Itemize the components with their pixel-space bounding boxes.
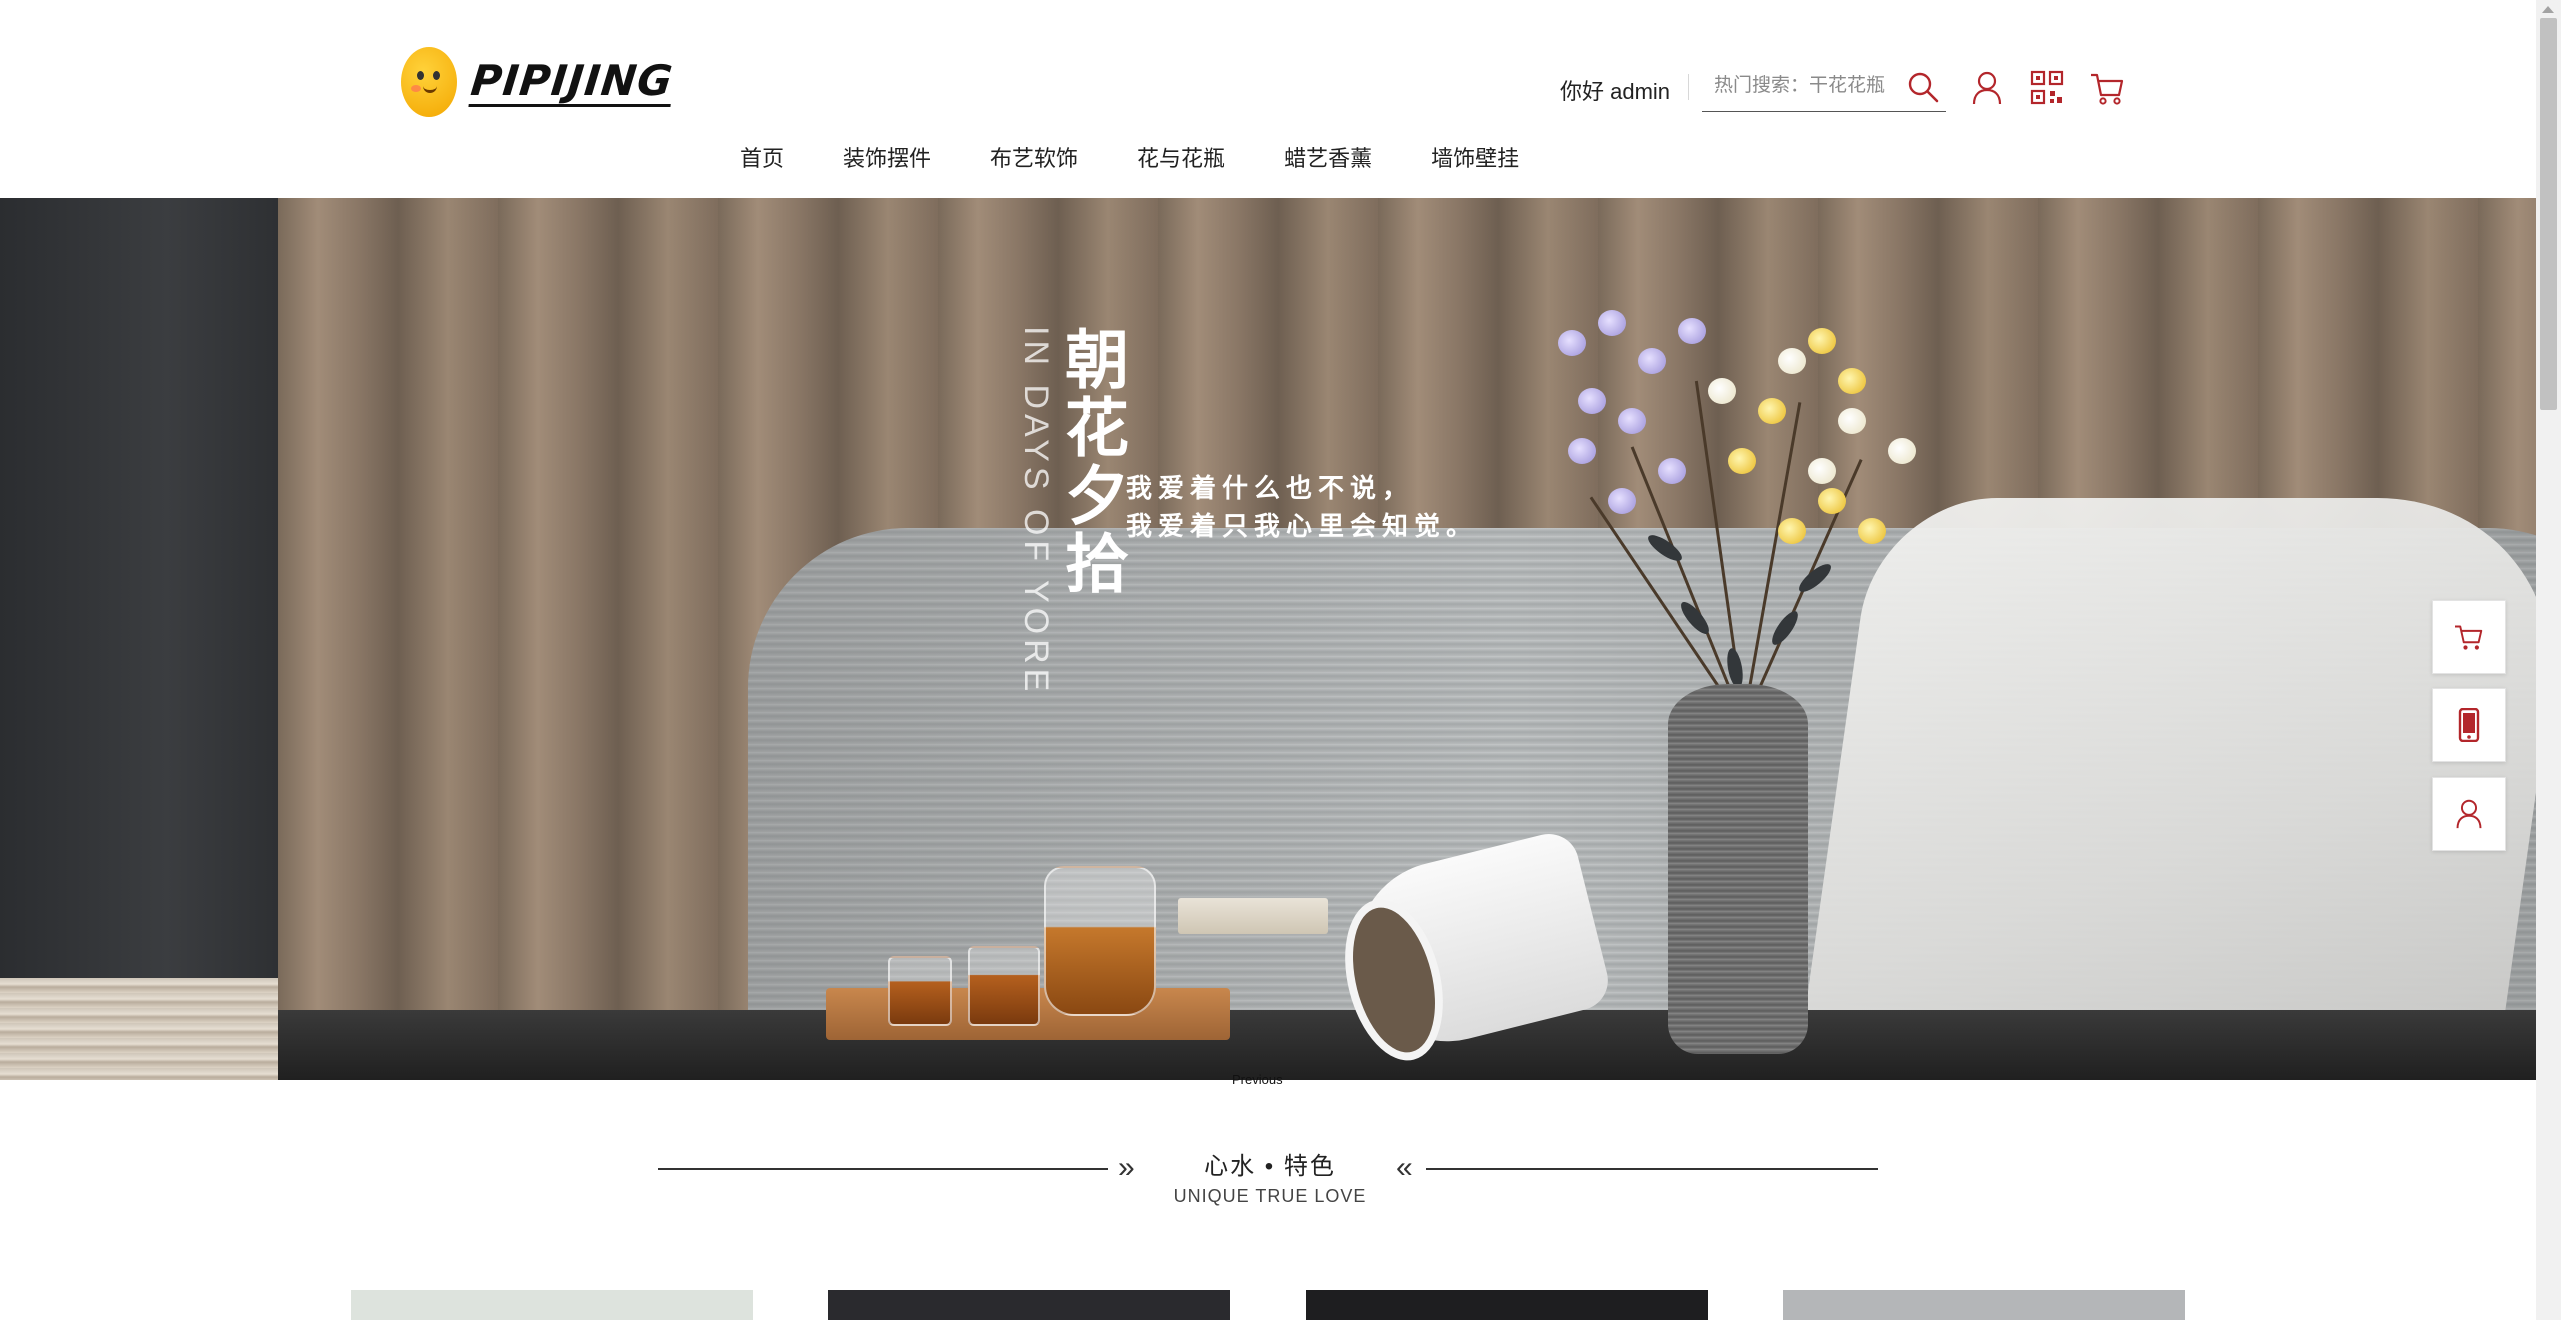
banner-image (278, 198, 2536, 1080)
product-card[interactable] (351, 1290, 753, 1320)
nav-item-candles[interactable]: 蜡艺香薰 (1284, 142, 1372, 182)
header-divider (1688, 74, 1689, 100)
scroll-thumb[interactable] (2540, 18, 2557, 410)
section-subtitle: UNIQUE TRUE LOVE (1173, 1186, 1367, 1206)
banner-tea-glass (888, 956, 952, 1026)
float-user-button[interactable] (2432, 777, 2506, 851)
product-card[interactable] (828, 1290, 1230, 1320)
nav-item-flowers-vases[interactable]: 花与花瓶 (1137, 142, 1225, 182)
banner-vase (1668, 684, 1808, 1054)
section-divider-left (658, 1168, 1108, 1170)
banner-vertical-en: IN DAYS OF YORE (1017, 326, 1055, 697)
section-arrow-left: » (1118, 1151, 1135, 1184)
section-divider-right (1426, 1168, 1878, 1170)
product-card[interactable] (1306, 1290, 1708, 1320)
logo-text: PIPIJING (468, 55, 676, 107)
banner-title: 朝花夕拾 (1054, 326, 1129, 598)
cart-icon (2455, 625, 2483, 650)
site-header: PIPIJING 你好 admin 首页 装饰摆件 布艺软饰 花与花瓶 蜡艺香薰… (0, 0, 2536, 198)
main-nav: 首页 装饰摆件 布艺软饰 花与花瓶 蜡艺香薰 墙饰壁挂 (740, 142, 1578, 182)
section-arrow-right: « (1396, 1151, 1413, 1184)
section-title: 心水 • 特色 (1204, 1153, 1336, 1180)
banner-line-2: 我爱着只我心里会知觉。 (1126, 512, 1479, 542)
float-cart-button[interactable] (2432, 600, 2506, 674)
search-icon[interactable] (1906, 70, 1940, 104)
nav-item-fabric[interactable]: 布艺软饰 (990, 142, 1078, 182)
banner-book (1178, 898, 1328, 934)
nav-item-wall-decor[interactable]: 墙饰壁挂 (1431, 142, 1519, 182)
scroll-up-arrow-icon[interactable] (2542, 6, 2554, 13)
user-greeting[interactable]: 你好 admin (1560, 74, 1670, 106)
banner-tea-pitcher (1044, 866, 1156, 1016)
search-input[interactable] (1702, 66, 1902, 106)
user-icon (2456, 799, 2482, 829)
nav-item-home[interactable]: 首页 (740, 142, 784, 182)
nav-item-decor[interactable]: 装饰摆件 (843, 142, 931, 182)
phone-icon (2458, 708, 2480, 742)
site-logo[interactable]: PIPIJING (401, 44, 675, 120)
qrcode-icon[interactable] (2030, 70, 2064, 106)
cart-icon[interactable] (2090, 70, 2124, 106)
float-phone-button[interactable] (2432, 688, 2506, 762)
banner-wood-strip (0, 978, 278, 1080)
page-scrollbar[interactable] (2536, 0, 2561, 1320)
banner-side-panel (0, 198, 278, 1080)
banner-throw-blanket (1798, 498, 2536, 1058)
hero-banner[interactable]: IN DAYS OF YORE 朝花夕拾 我爱着什么也不说， 我爱着只我心里会知… (0, 198, 2536, 1080)
banner-prev-button[interactable]: Previous (1232, 1072, 1283, 1087)
banner-tea-glass (968, 946, 1040, 1026)
user-icon[interactable] (1970, 70, 2004, 106)
product-card[interactable] (1783, 1290, 2185, 1320)
banner-line-1: 我爱着什么也不说， (1126, 474, 1415, 504)
logo-mascot-icon (401, 47, 457, 117)
